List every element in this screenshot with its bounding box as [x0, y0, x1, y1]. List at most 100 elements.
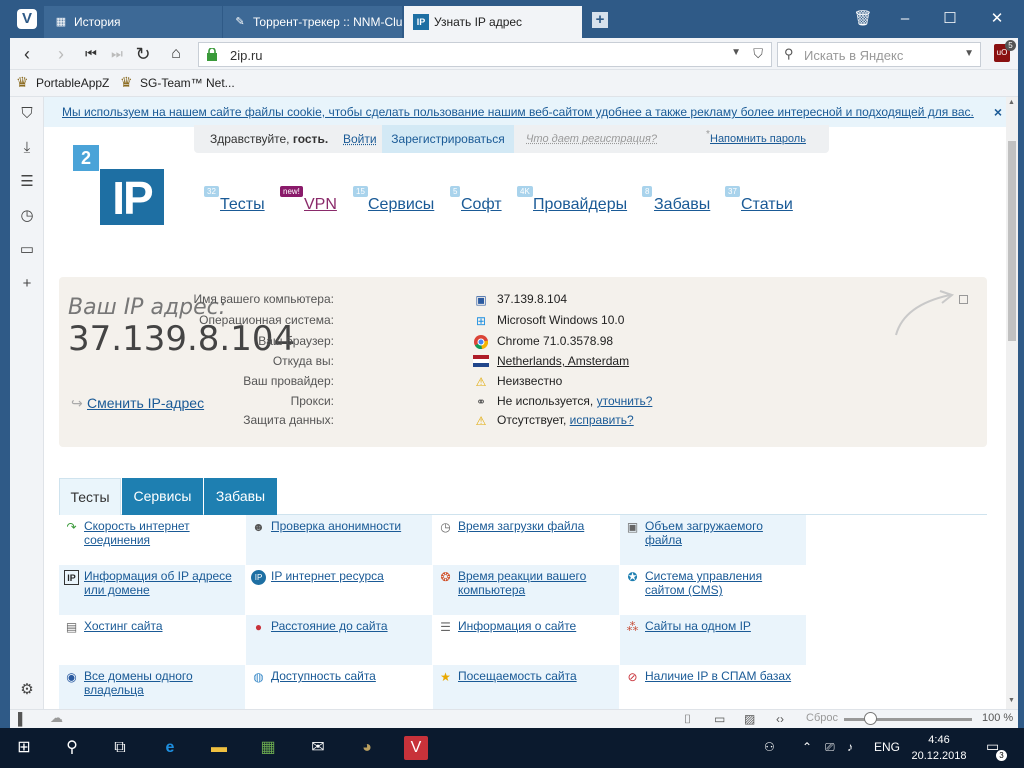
tile-icon[interactable]: ▭: [714, 712, 725, 726]
back-button[interactable]: ‹: [16, 42, 38, 66]
nav-tests[interactable]: Тесты: [220, 196, 265, 214]
service-item[interactable]: ☰ Информация о сайте: [433, 615, 619, 665]
cookie-notice-text[interactable]: Мы используем на нашем сайте файлы cooki…: [62, 105, 974, 119]
volume-icon[interactable]: ♪: [847, 740, 853, 754]
service-link[interactable]: Хостинг сайта: [84, 619, 163, 633]
people-icon[interactable]: ⚇: [764, 740, 775, 754]
service-link[interactable]: Посещаемость сайта: [458, 669, 577, 683]
nav-vpn[interactable]: VPN: [304, 196, 337, 214]
service-link[interactable]: Информация об IP адресе или домене: [84, 569, 232, 597]
service-link[interactable]: Сайты на одном IP: [645, 619, 751, 633]
bookmark-sg-team[interactable]: ♛ SG-Team™ Net...: [120, 74, 235, 90]
service-link[interactable]: Скорость интернет соединения: [84, 519, 190, 547]
service-link[interactable]: Расстояние до сайта: [271, 619, 388, 633]
maximize-button[interactable]: ☐: [939, 8, 961, 30]
location-link[interactable]: Netherlands, Amsterdam: [497, 354, 629, 368]
service-link[interactable]: Время загрузки файла: [458, 519, 584, 533]
language-indicator[interactable]: ENG: [874, 740, 900, 754]
fast-forward-button[interactable]: ⏭: [106, 42, 128, 66]
service-link[interactable]: Объем загружаемого файла: [645, 519, 763, 547]
mail-icon[interactable]: ✉: [306, 736, 330, 760]
nav-soft[interactable]: Софт: [461, 196, 502, 214]
panel-toggle-icon[interactable]: ▌: [18, 712, 27, 726]
logo-ip[interactable]: IP: [100, 169, 164, 225]
tab-tests[interactable]: Тесты: [59, 478, 121, 515]
window-panel-icon[interactable]: ▭: [18, 241, 36, 259]
tab-fun[interactable]: Забавы: [204, 478, 277, 515]
service-link[interactable]: Все домены одного владельца: [84, 669, 193, 697]
nav-articles[interactable]: Статьи: [741, 196, 793, 214]
history-panel-icon[interactable]: ◷: [18, 207, 36, 225]
service-link[interactable]: Время реакции вашего компьютера: [458, 569, 586, 597]
tor-icon[interactable]: ◕: [355, 736, 379, 760]
search-icon[interactable]: ⚲: [60, 736, 84, 760]
service-link[interactable]: Проверка анонимности: [271, 519, 401, 533]
service-link[interactable]: Наличие IP в СПАМ базах: [645, 669, 791, 683]
store-icon[interactable]: ▦: [256, 736, 280, 760]
service-item[interactable]: ● Расстояние до сайта: [246, 615, 432, 665]
service-item[interactable]: ◷ Время загрузки файла: [433, 515, 619, 565]
service-link[interactable]: IP интернет ресурса: [271, 569, 384, 583]
forward-button[interactable]: ›: [50, 42, 72, 66]
scroll-up-icon[interactable]: ▲: [1008, 99, 1015, 106]
dropdown-icon[interactable]: ▼: [731, 47, 741, 58]
scrollbar-thumb[interactable]: [1008, 141, 1016, 341]
service-item[interactable]: IP IP интернет ресурса: [246, 565, 432, 615]
nav-services[interactable]: Сервисы: [368, 196, 434, 214]
new-tab-button[interactable]: +: [592, 12, 608, 28]
windows-start-icon[interactable]: ⊞: [12, 736, 36, 760]
reload-button[interactable]: ↻: [132, 42, 154, 66]
tray-expand-icon[interactable]: ⌃: [802, 740, 812, 754]
tab-2ip[interactable]: IP Узнать IP адрес: [404, 6, 582, 38]
sync-cloud-icon[interactable]: ☁: [50, 710, 63, 726]
service-item[interactable]: ❂ Время реакции вашего компьютера: [433, 565, 619, 615]
bookmark-portableappz[interactable]: ♛ PortableAppZ: [16, 74, 109, 90]
service-item[interactable]: ⁂ Сайты на одном IP: [620, 615, 806, 665]
search-engine-dropdown-icon[interactable]: ▼: [964, 48, 974, 59]
bookmarks-panel-icon[interactable]: ⛉: [18, 105, 36, 123]
nav-fun[interactable]: Забавы: [654, 196, 710, 214]
zoom-slider-handle[interactable]: [864, 712, 877, 725]
page-scrollbar[interactable]: ▲ ▼: [1006, 97, 1018, 709]
file-explorer-icon[interactable]: ▬: [207, 736, 231, 760]
clock[interactable]: 4:46 20.12.2018: [910, 732, 968, 764]
trash-icon[interactable]: 🗑: [852, 8, 874, 30]
edge-icon[interactable]: e: [158, 736, 182, 760]
why-register-link[interactable]: Что дает регистрация?: [526, 133, 657, 145]
bookmark-page-icon[interactable]: ⛉: [753, 46, 763, 62]
reset-zoom-label[interactable]: Сброс: [806, 712, 838, 724]
service-item[interactable]: ★ Посещаемость сайта: [433, 665, 619, 709]
address-field[interactable]: 2ip.ru ▼ ⛉: [198, 42, 772, 67]
service-item[interactable]: ▤ Хостинг сайта: [59, 615, 245, 665]
nav-providers[interactable]: Провайдеры: [533, 196, 627, 214]
task-view-icon[interactable]: ⧉: [108, 736, 132, 760]
service-item[interactable]: IP Информация об IP адресе или домене: [59, 565, 245, 615]
image-icon[interactable]: ▨: [744, 712, 755, 726]
service-item[interactable]: ▣ Объем загружаемого файла: [620, 515, 806, 565]
proxy-clarify-link[interactable]: уточнить?: [597, 394, 653, 408]
vivaldi-taskbar-icon[interactable]: V: [404, 736, 428, 760]
service-link[interactable]: Доступность сайта: [271, 669, 376, 683]
vivaldi-menu-icon[interactable]: V: [17, 9, 37, 29]
remind-password-link[interactable]: Напомнить пароль: [710, 133, 806, 145]
options-checkbox[interactable]: [959, 295, 968, 304]
tab-services[interactable]: Сервисы: [122, 478, 203, 515]
service-link[interactable]: Информация о сайте: [458, 619, 576, 633]
camera-icon[interactable]: ⌷: [684, 712, 691, 727]
protection-fix-link[interactable]: исправить?: [570, 413, 634, 427]
notes-panel-icon[interactable]: ☰: [18, 173, 36, 191]
settings-gear-icon[interactable]: ⚙: [18, 681, 36, 699]
login-link[interactable]: Войти: [343, 132, 377, 146]
service-item[interactable]: ☻ Проверка анонимности: [246, 515, 432, 565]
downloads-panel-icon[interactable]: ⤓: [18, 139, 36, 157]
network-icon[interactable]: ⎚: [825, 740, 835, 755]
service-item[interactable]: ⊘ Наличие IP в СПАМ базах: [620, 665, 806, 709]
code-icon[interactable]: ‹›: [776, 712, 784, 726]
close-window-button[interactable]: ✕: [986, 8, 1008, 30]
tab-history[interactable]: ▦ История: [44, 6, 222, 38]
service-item[interactable]: ✪ Система управления сайтом (CMS): [620, 565, 806, 615]
logo-2[interactable]: 2: [73, 145, 99, 171]
service-item[interactable]: ↷ Скорость интернет соединения: [59, 515, 245, 565]
search-field[interactable]: ⚲ Искать в Яндекс ▼: [777, 42, 981, 67]
register-button[interactable]: Зарегистрироваться: [382, 125, 514, 153]
